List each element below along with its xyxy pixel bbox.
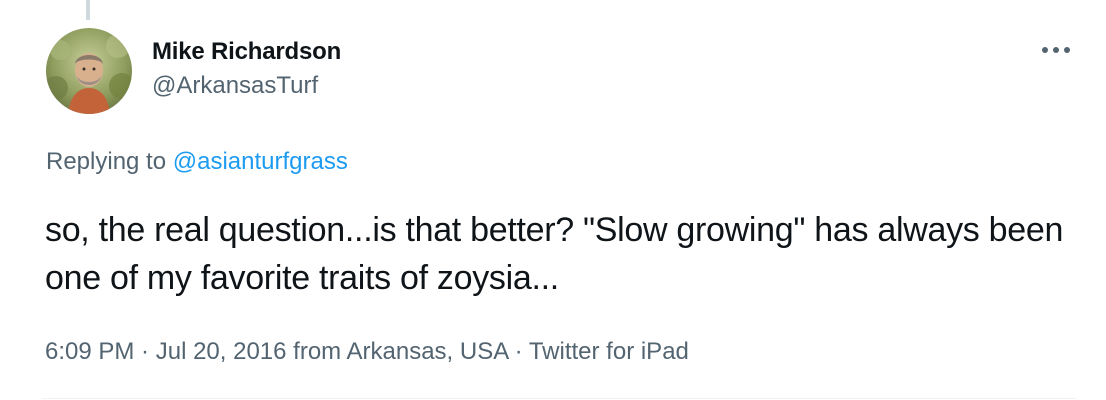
tweet-text: so, the real question...is that better? … xyxy=(45,211,1064,297)
replying-to-label: Replying to xyxy=(46,148,173,175)
reply-mention-link[interactable]: @asianturfgrass xyxy=(173,148,348,175)
author-block: Mike Richardson @ArkansasTurf xyxy=(152,37,341,101)
thread-connector-line xyxy=(86,0,90,20)
replying-to-line: Replying to @asianturfgrass xyxy=(46,147,348,177)
tweet-source[interactable]: Twitter for iPad xyxy=(529,338,689,365)
tweet-time[interactable]: 6:09 PM xyxy=(45,338,134,365)
tweet-metadata: 6:09 PM · Jul 20, 2016 from Arkansas, US… xyxy=(45,337,689,367)
avatar[interactable] xyxy=(46,28,132,114)
author-display-name[interactable]: Mike Richardson xyxy=(152,37,341,67)
tweet-date[interactable]: Jul 20, 2016 xyxy=(156,338,287,365)
author-handle[interactable]: @ArkansasTurf xyxy=(152,71,341,101)
tweet-location[interactable]: Arkansas, USA xyxy=(347,338,508,365)
meta-from-label: from xyxy=(286,338,347,365)
more-options-button[interactable] xyxy=(1036,36,1076,64)
more-options-icon xyxy=(1042,47,1070,53)
avatar-photo xyxy=(46,28,132,114)
bottom-divider xyxy=(42,398,1076,399)
meta-separator: · xyxy=(507,338,529,365)
meta-separator: · xyxy=(134,338,156,365)
